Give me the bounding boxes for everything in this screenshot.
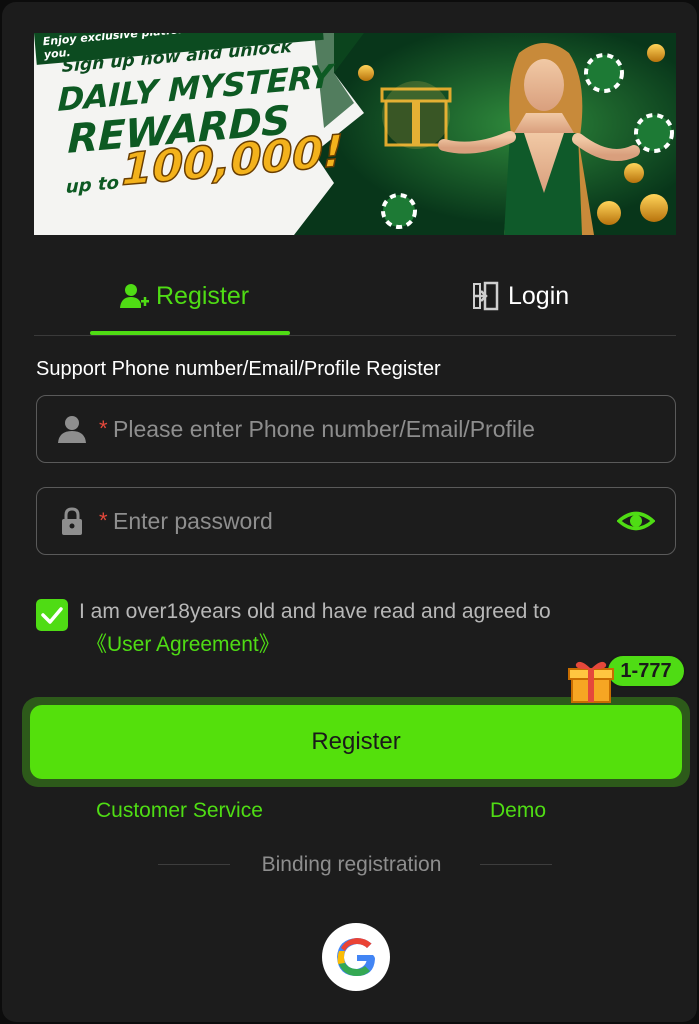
register-panel: Sign up now and unlock DAILY MYSTERY REW… [2, 2, 697, 1022]
eye-icon[interactable] [617, 506, 655, 536]
tab-divider [34, 335, 676, 336]
account-input[interactable] [111, 406, 615, 452]
google-icon [337, 938, 375, 976]
demo-link[interactable]: Demo [490, 799, 546, 823]
gift-icon [568, 661, 614, 703]
tab-login[interactable]: Login [470, 274, 569, 318]
google-login-button[interactable] [322, 923, 390, 991]
tab-register-label: Register [156, 281, 250, 310]
password-field[interactable]: * [36, 487, 676, 555]
account-field[interactable]: * [36, 395, 676, 463]
register-button[interactable]: Register [30, 705, 682, 779]
user-icon [58, 416, 86, 443]
password-input[interactable] [111, 498, 615, 544]
check-icon [41, 607, 63, 624]
lock-icon [62, 507, 82, 535]
required-mark: * [99, 416, 108, 441]
tab-register[interactable]: Register [118, 274, 249, 318]
support-text: Support Phone number/Email/Profile Regis… [36, 358, 441, 380]
customer-service-link[interactable]: Customer Service [96, 799, 263, 823]
agreement-text: I am over18years old and have read and a… [79, 600, 551, 623]
binding-registration-label: Binding registration [261, 853, 442, 876]
login-door-icon [473, 281, 499, 311]
add-user-icon [120, 284, 149, 308]
promo-banner[interactable]: Sign up now and unlock DAILY MYSTERY REW… [34, 33, 676, 235]
tab-login-label: Login [508, 281, 570, 310]
agree-checkbox[interactable] [36, 599, 68, 631]
bonus-badge: 1-777 [606, 654, 686, 688]
user-agreement-link[interactable]: 《User Agreement》 [86, 628, 280, 658]
required-mark: * [99, 508, 108, 533]
